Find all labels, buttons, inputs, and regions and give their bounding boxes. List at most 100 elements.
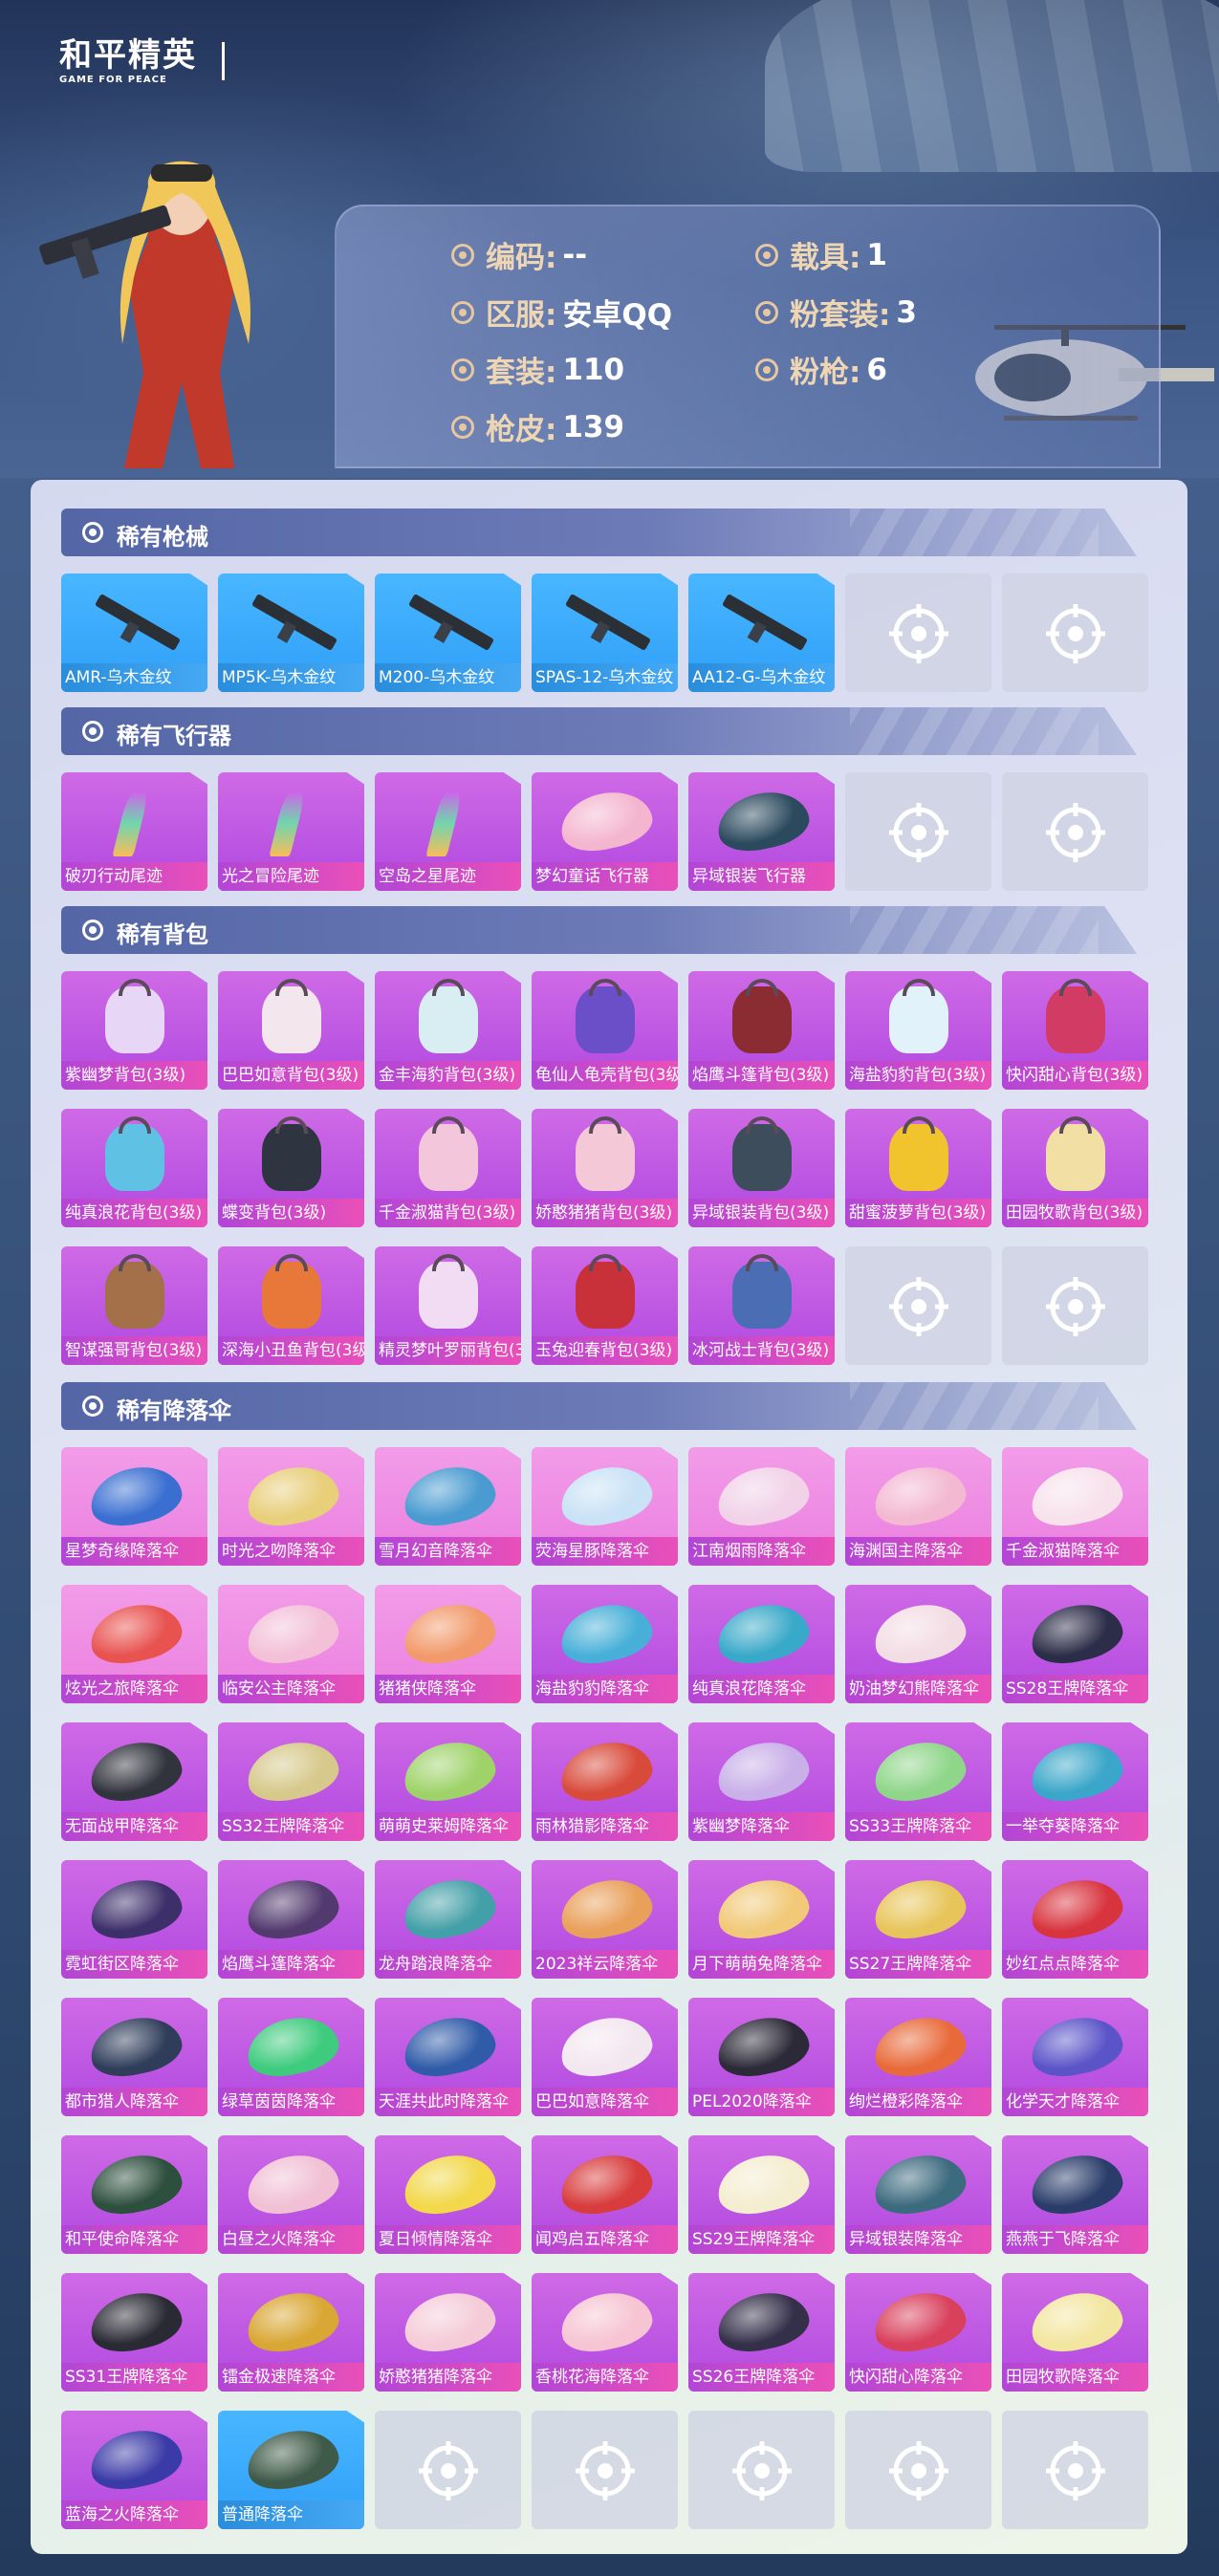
- item-tile[interactable]: SS32王牌降落伞: [218, 1722, 364, 1841]
- item-tile[interactable]: 焰鹰斗篷降落伞: [218, 1860, 364, 1979]
- item-tile[interactable]: 猪猪侠降落伞: [375, 1585, 521, 1703]
- item-tile[interactable]: 无面战甲降落伞: [61, 1722, 207, 1841]
- item-tile[interactable]: 甜蜜菠萝背包(3级): [845, 1109, 991, 1227]
- account-info-card: 编码: -- 区服: 安卓QQ 套装: 110 枪皮: 139 载具: 1 粉套…: [335, 205, 1161, 468]
- item-tile[interactable]: 田园牧歌背包(3级): [1002, 1109, 1148, 1227]
- item-name: 巴巴如意降落伞: [532, 2088, 678, 2116]
- empty-slot: [1002, 574, 1148, 692]
- item-tile[interactable]: 海渊国主降落伞: [845, 1447, 991, 1566]
- item-tile[interactable]: 星梦奇缘降落伞: [61, 1447, 207, 1566]
- item-tile[interactable]: 异域银装飞行器: [688, 772, 835, 891]
- item-tile[interactable]: 蝶变背包(3级): [218, 1109, 364, 1227]
- item-tile[interactable]: 化学天才降落伞: [1002, 1998, 1148, 2116]
- item-tile[interactable]: 镭金极速降落伞: [218, 2273, 364, 2392]
- item-tile[interactable]: SS33王牌降落伞: [845, 1722, 991, 1841]
- item-tile[interactable]: AA12-G-乌木金纹: [688, 574, 835, 692]
- item-tile[interactable]: 田园牧歌降落伞: [1002, 2273, 1148, 2392]
- item-tile[interactable]: 蓝海之火降落伞: [61, 2411, 207, 2529]
- item-tile[interactable]: 玉兔迎春背包(3级): [532, 1246, 678, 1365]
- item-tile[interactable]: 妙红点点降落伞: [1002, 1860, 1148, 1979]
- item-tile[interactable]: SS31王牌降落伞: [61, 2273, 207, 2392]
- chute-icon: [553, 2147, 658, 2221]
- item-tile[interactable]: 精灵梦叶罗丽背包(3级): [375, 1246, 521, 1365]
- item-tile[interactable]: SS27王牌降落伞: [845, 1860, 991, 1979]
- item-tile[interactable]: 2023祥云降落伞: [532, 1860, 678, 1979]
- item-tile[interactable]: SPAS-12-乌木金纹: [532, 574, 678, 692]
- info-label: 区服:: [486, 298, 557, 333]
- item-tile[interactable]: MP5K-乌木金纹: [218, 574, 364, 692]
- item-tile[interactable]: SS28王牌降落伞: [1002, 1585, 1148, 1703]
- item-tile[interactable]: 快闪甜心降落伞: [845, 2273, 991, 2392]
- item-tile[interactable]: 千金淑猫背包(3级): [375, 1109, 521, 1227]
- item-tile[interactable]: 霓虹街区降落伞: [61, 1860, 207, 1979]
- item-tile[interactable]: PEL2020降落伞: [688, 1998, 835, 2116]
- item-tile[interactable]: 娇憨猪猪降落伞: [375, 2273, 521, 2392]
- crosshair-icon: [1046, 1277, 1105, 1336]
- item-tile[interactable]: 燕燕于飞降落伞: [1002, 2135, 1148, 2254]
- item-tile[interactable]: 炫光之旅降落伞: [61, 1585, 207, 1703]
- item-tile[interactable]: 江南烟雨降落伞: [688, 1447, 835, 1566]
- crosshair-icon: [889, 803, 948, 862]
- item-tile[interactable]: 海盐豹豹背包(3级): [845, 971, 991, 1090]
- chute-icon: [709, 1596, 815, 1671]
- item-tile[interactable]: 都市猎人降落伞: [61, 1998, 207, 2116]
- item-tile[interactable]: 异域银装降落伞: [845, 2135, 991, 2254]
- item-tile[interactable]: 时光之吻降落伞: [218, 1447, 364, 1566]
- item-tile[interactable]: 一举夺葵降落伞: [1002, 1722, 1148, 1841]
- item-name: 空岛之星尾迹: [375, 862, 521, 891]
- crosshair-icon: [1046, 2441, 1105, 2500]
- item-tile[interactable]: 普通降落伞: [218, 2411, 364, 2529]
- item-tile[interactable]: 香桃花海降落伞: [532, 2273, 678, 2392]
- item-tile[interactable]: 巴巴如意背包(3级): [218, 971, 364, 1090]
- item-tile[interactable]: 异域银装背包(3级): [688, 1109, 835, 1227]
- item-name: 海盐豹豹降落伞: [532, 1675, 678, 1703]
- item-tile[interactable]: 千金淑猫降落伞: [1002, 1447, 1148, 1566]
- item-tile[interactable]: M200-乌木金纹: [375, 574, 521, 692]
- item-tile[interactable]: 闻鸡启五降落伞: [532, 2135, 678, 2254]
- item-tile[interactable]: AMR-乌木金纹: [61, 574, 207, 692]
- item-tile[interactable]: 快闪甜心背包(3级): [1002, 971, 1148, 1090]
- item-tile[interactable]: 雪月幻音降落伞: [375, 1447, 521, 1566]
- bag-icon: [553, 1116, 658, 1191]
- item-tile[interactable]: 破刃行动尾迹: [61, 772, 207, 891]
- item-tile[interactable]: 海盐豹豹降落伞: [532, 1585, 678, 1703]
- item-tile[interactable]: 荧海星豚降落伞: [532, 1447, 678, 1566]
- item-tile[interactable]: 绿草茵茵降落伞: [218, 1998, 364, 2116]
- item-tile[interactable]: 龙舟踏浪降落伞: [375, 1860, 521, 1979]
- target-icon: [451, 300, 474, 324]
- item-tile[interactable]: 纯真浪花降落伞: [688, 1585, 835, 1703]
- item-tile[interactable]: 萌萌史莱姆降落伞: [375, 1722, 521, 1841]
- item-tile[interactable]: 月下萌萌兔降落伞: [688, 1860, 835, 1979]
- item-name: 甜蜜菠萝背包(3级): [845, 1199, 991, 1227]
- item-tile[interactable]: 娇憨猪猪背包(3级): [532, 1109, 678, 1227]
- section-header-rare-guns: 稀有枪械: [61, 509, 1137, 556]
- chute-icon: [553, 784, 658, 858]
- item-tile[interactable]: 梦幻童话飞行器: [532, 772, 678, 891]
- item-tile[interactable]: 白昼之火降落伞: [218, 2135, 364, 2254]
- item-tile[interactable]: 临安公主降落伞: [218, 1585, 364, 1703]
- item-tile[interactable]: 空岛之星尾迹: [375, 772, 521, 891]
- item-tile[interactable]: 纯真浪花背包(3级): [61, 1109, 207, 1227]
- item-tile[interactable]: 夏日倾情降落伞: [375, 2135, 521, 2254]
- item-tile[interactable]: 巴巴如意降落伞: [532, 1998, 678, 2116]
- chute-icon: [553, 1596, 658, 1671]
- item-tile[interactable]: 绚烂橙彩降落伞: [845, 1998, 991, 2116]
- item-tile[interactable]: SS29王牌降落伞: [688, 2135, 835, 2254]
- item-tile[interactable]: 紫幽梦降落伞: [688, 1722, 835, 1841]
- item-tile[interactable]: 焰鹰斗篷背包(3级): [688, 971, 835, 1090]
- item-tile[interactable]: 和平使命降落伞: [61, 2135, 207, 2254]
- item-tile[interactable]: SS26王牌降落伞: [688, 2273, 835, 2392]
- item-tile[interactable]: 冰河战士背包(3级): [688, 1246, 835, 1365]
- info-value: 110: [562, 352, 625, 387]
- item-tile[interactable]: 光之冒险尾迹: [218, 772, 364, 891]
- item-tile[interactable]: 天涯共此时降落伞: [375, 1998, 521, 2116]
- item-tile[interactable]: 智谋强哥背包(3级): [61, 1246, 207, 1365]
- item-tile[interactable]: 金丰海豹背包(3级): [375, 971, 521, 1090]
- item-tile[interactable]: 龟仙人龟壳背包(3级): [532, 971, 678, 1090]
- item-tile[interactable]: 深海小丑鱼背包(3级): [218, 1246, 364, 1365]
- target-icon: [451, 415, 474, 439]
- item-tile[interactable]: 紫幽梦背包(3级): [61, 971, 207, 1090]
- chute-icon: [553, 2009, 658, 2084]
- item-tile[interactable]: 奶油梦幻熊降落伞: [845, 1585, 991, 1703]
- item-tile[interactable]: 雨林猎影降落伞: [532, 1722, 678, 1841]
